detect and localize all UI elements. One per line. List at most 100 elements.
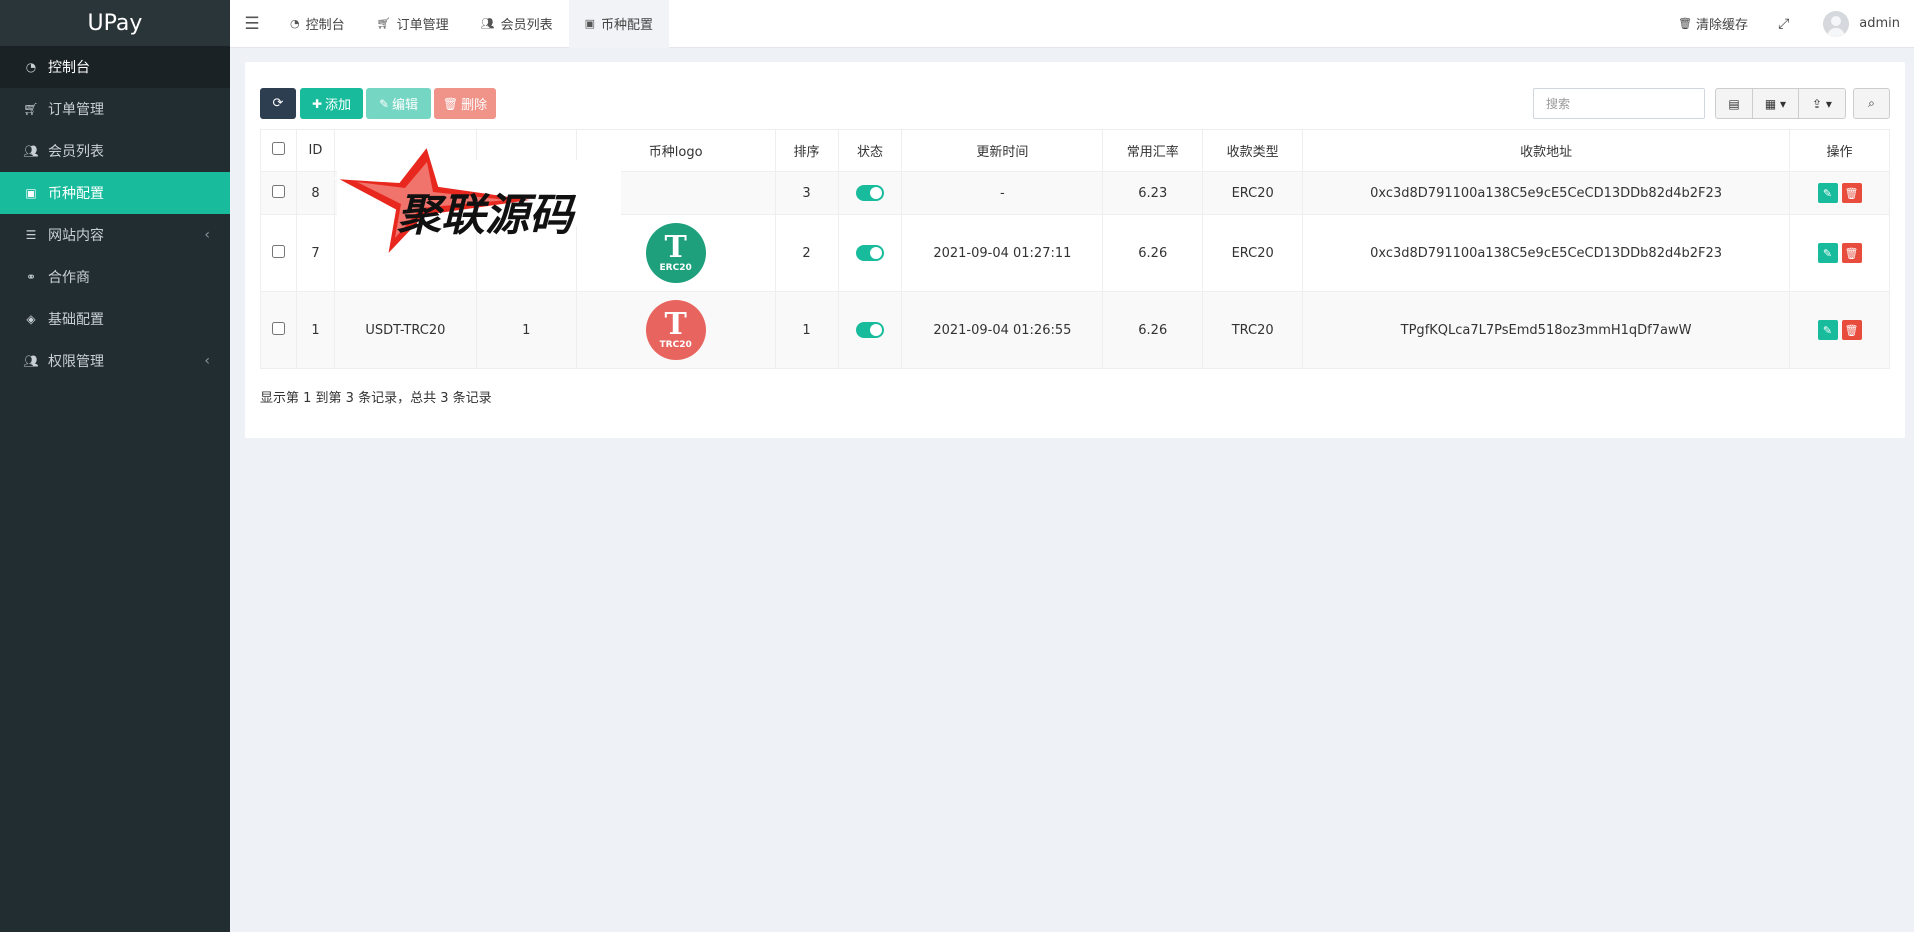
user-menu[interactable]: admin <box>1805 10 1914 37</box>
sidebar-item-label: 订单管理 <box>48 102 104 118</box>
select-all-checkbox[interactable] <box>271 142 285 155</box>
logo-label: TRC20 <box>659 340 692 350</box>
cell-type: ERC20 <box>1202 214 1304 292</box>
toggle-view-button[interactable]: ▤ <box>1715 88 1753 119</box>
handshake-icon: ⚭ <box>25 270 37 284</box>
cell-sort: 2 <box>774 214 839 292</box>
status-toggle[interactable] <box>855 185 884 201</box>
advanced-search-button[interactable]: ⌕ <box>1853 88 1890 119</box>
cell-sort: 3 <box>774 171 839 215</box>
tab-label: 订单管理 <box>396 18 449 33</box>
chevron-left-icon: ‹ <box>204 353 210 369</box>
column-header[interactable]: 更新时间 <box>901 129 1104 172</box>
tab-currency-config[interactable]: ▣ 币种配置 <box>568 0 670 48</box>
tab-label: 控制台 <box>305 18 345 33</box>
row-delete-button[interactable]: 🗑︎ <box>1841 183 1862 203</box>
search-icon: ⌕ <box>1868 96 1875 110</box>
cell-address: 0xc3d8D791100a138C5e9cE5CeCD13DDb82d4b2F… <box>1302 171 1790 215</box>
column-header: 操作 <box>1789 129 1890 172</box>
row-delete-button[interactable]: 🗑︎ <box>1841 243 1862 263</box>
cell-rate: 6.26 <box>1102 214 1204 292</box>
sidebar-item-basic-config[interactable]: ◈ 基础配置 <box>0 298 230 340</box>
sidebar-item-label: 合作商 <box>48 270 90 286</box>
cell-rate: 6.26 <box>1102 291 1204 369</box>
tether-logo-image: T TRC20 <box>645 300 706 360</box>
sidebar-item-dashboard[interactable]: ◔ 控制台 <box>0 46 230 88</box>
cell-updated: - <box>901 171 1104 215</box>
table-row[interactable]: 1 USDT-TRC20 1 T TRC20 1 2021-09-04 01:2… <box>260 291 1890 369</box>
edit-label: 编辑 <box>392 98 419 113</box>
refresh-button[interactable]: ⟳ <box>260 88 296 119</box>
sidebar-item-label: 币种配置 <box>48 186 104 202</box>
trash-icon: 🗑︎ <box>1678 17 1693 30</box>
watermark-logo: 聚联源码 <box>327 138 621 268</box>
star-icon: 聚联源码 <box>334 143 577 260</box>
fullscreen-icon[interactable]: ⤢ <box>1762 16 1805 32</box>
delete-button[interactable]: 🗑︎ 删除 <box>434 88 496 119</box>
columns-dropdown-button[interactable]: ▦ ▾ <box>1752 88 1799 119</box>
tab-label: 币种配置 <box>601 18 654 33</box>
menu-toggle-icon[interactable]: ☰ <box>230 0 274 48</box>
tab-members[interactable]: 👥︎ 会员列表 <box>465 0 569 48</box>
row-checkbox[interactable] <box>271 321 285 335</box>
tab-dashboard[interactable]: ◔ 控制台 <box>274 0 361 48</box>
watermark-text: 聚联源码 <box>397 190 577 241</box>
status-toggle[interactable] <box>855 322 884 338</box>
trash-icon: 🗑︎ <box>1844 246 1859 260</box>
column-header[interactable]: 常用汇率 <box>1102 129 1204 172</box>
sidebar-item-permissions[interactable]: 👥︎ 权限管理 ‹ <box>0 340 230 382</box>
add-button[interactable]: ✚ 添加 <box>300 88 363 119</box>
cell-updated: 2021-09-04 01:27:11 <box>901 214 1104 292</box>
tether-icon: T <box>664 230 687 265</box>
sidebar-item-orders[interactable]: 🛒︎ 订单管理 <box>0 88 230 130</box>
list-icon: ☰ <box>25 228 37 242</box>
tab-label: 会员列表 <box>500 18 553 33</box>
sidebar-item-members[interactable]: 👥︎ 会员列表 <box>0 130 230 172</box>
pencil-icon: ✎ <box>1822 246 1833 260</box>
row-checkbox[interactable] <box>271 244 285 258</box>
refresh-icon: ⟳ <box>272 96 284 111</box>
column-header[interactable]: 收款地址 <box>1302 129 1790 172</box>
cell-type: ERC20 <box>1202 171 1304 215</box>
row-checkbox[interactable] <box>271 184 285 198</box>
clear-cache-button[interactable]: 🗑︎ 清除缓存 <box>1664 14 1762 33</box>
plus-icon: ✚ <box>311 96 323 111</box>
sidebar-item-label: 权限管理 <box>48 354 104 370</box>
column-header[interactable]: 状态 <box>837 129 903 172</box>
cell-address: 0xc3d8D791100a138C5e9cE5CeCD13DDb82d4b2F… <box>1302 214 1790 292</box>
cell-updated: 2021-09-04 01:26:55 <box>901 291 1104 369</box>
sidebar-item-partners[interactable]: ⚭ 合作商 <box>0 256 230 298</box>
cell-rate: 6.23 <box>1102 171 1204 215</box>
delete-label: 删除 <box>461 98 488 113</box>
add-label: 添加 <box>325 98 352 113</box>
list-view-icon: ▤ <box>1728 96 1740 111</box>
search-input[interactable] <box>1533 88 1705 119</box>
row-edit-button[interactable]: ✎ <box>1817 243 1838 263</box>
row-edit-button[interactable]: ✎ <box>1817 320 1838 340</box>
top-right-actions: 🗑︎ 清除缓存 ⤢ admin <box>1664 0 1914 48</box>
tab-orders[interactable]: 🛒︎ 订单管理 <box>361 0 465 48</box>
chevron-left-icon: ‹ <box>204 227 210 243</box>
edit-button[interactable]: ✎ 编辑 <box>366 88 431 119</box>
pencil-icon: ✎ <box>1822 186 1833 200</box>
row-delete-button[interactable]: 🗑︎ <box>1841 320 1862 340</box>
cell-logo: T TRC20 <box>575 291 776 369</box>
trash-icon: 🗑︎ <box>1844 186 1859 200</box>
column-header[interactable]: 排序 <box>774 129 839 172</box>
tether-logo-image: T ERC20 <box>645 223 706 283</box>
cart-icon: 🛒︎ <box>23 102 39 116</box>
status-toggle[interactable] <box>855 245 884 261</box>
column-header[interactable]: 收款类型 <box>1202 129 1304 172</box>
sidebar-item-currency-config[interactable]: ▣ 币种配置 <box>0 172 230 214</box>
dashboard-icon: ◔ <box>25 60 37 74</box>
sidebar-item-label: 网站内容 <box>48 228 104 244</box>
sidebar-item-site-content[interactable]: ☰ 网站内容 ‹ <box>0 214 230 256</box>
brand-logo[interactable]: UPay <box>0 0 230 46</box>
row-edit-button[interactable]: ✎ <box>1817 183 1838 203</box>
users-icon: 👥︎ <box>480 17 495 30</box>
cart-icon: 🛒︎ <box>376 17 391 30</box>
pencil-icon: ✎ <box>378 96 390 111</box>
trash-icon: 🗑︎ <box>1844 323 1859 337</box>
export-dropdown-button[interactable]: ⇪ ▾ <box>1798 88 1846 119</box>
pencil-icon: ✎ <box>1822 323 1833 337</box>
